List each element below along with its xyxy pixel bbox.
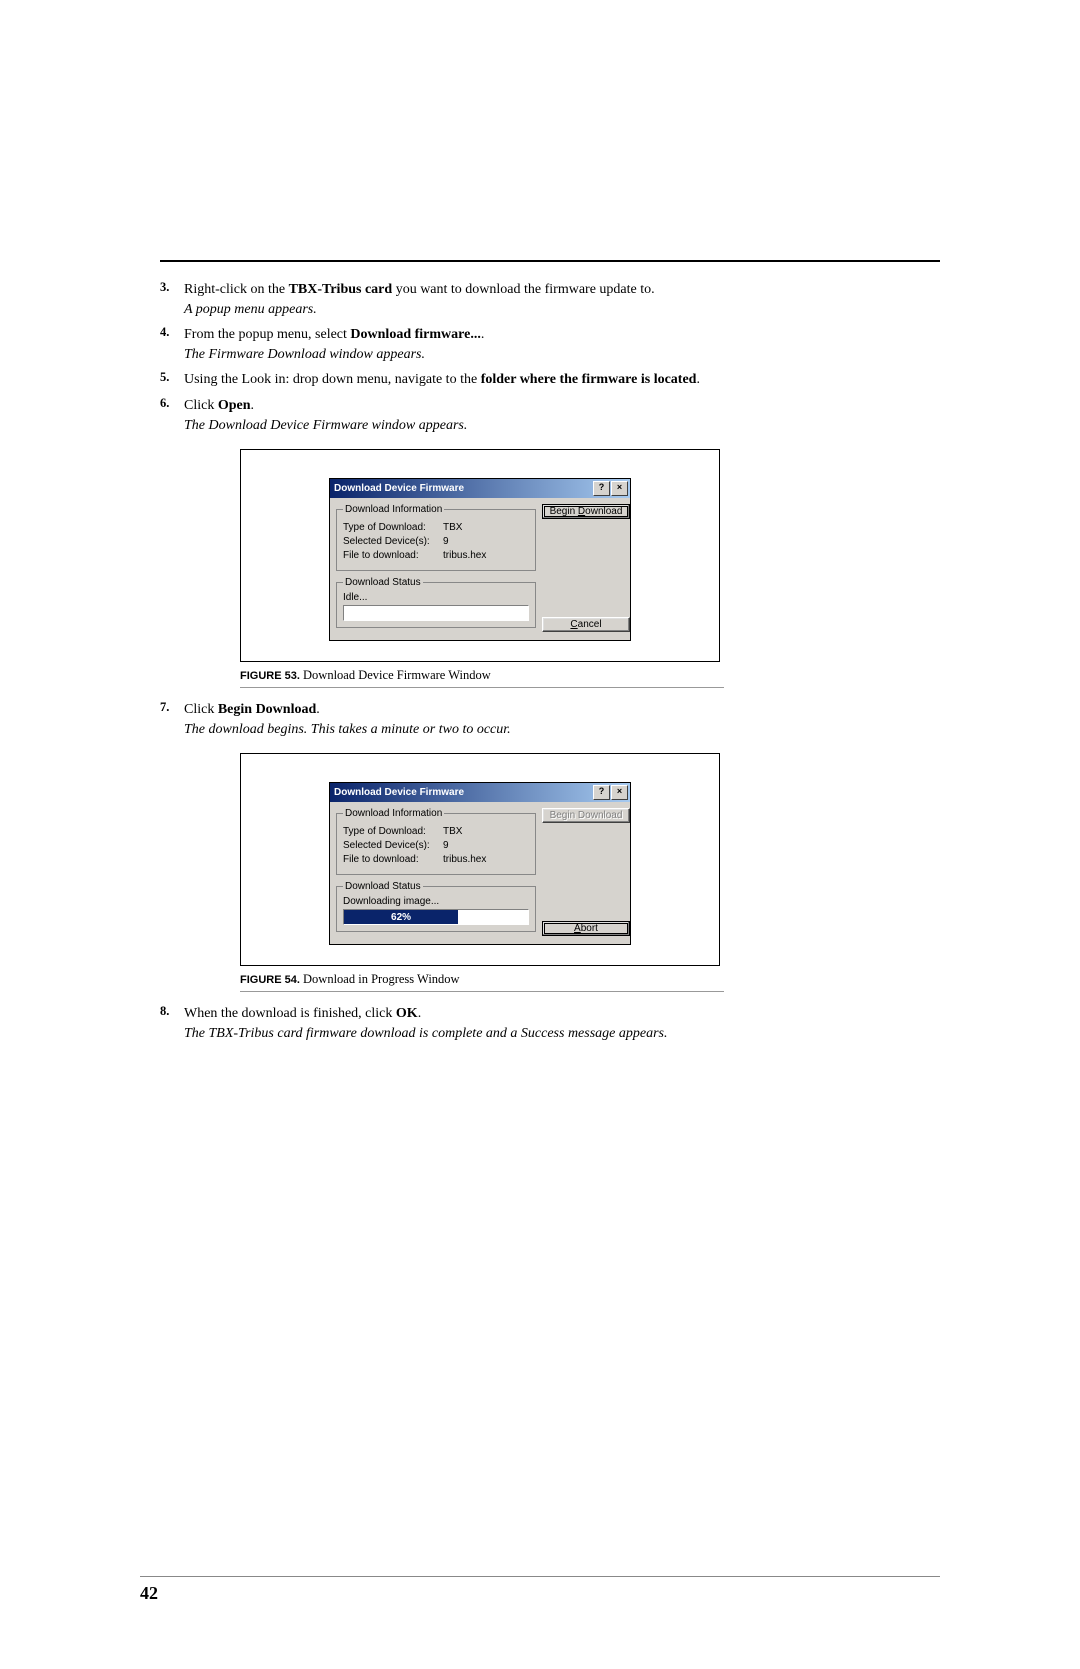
result-text: The Download Device Firmware window appe… <box>184 416 940 436</box>
bottom-rule <box>140 1576 940 1577</box>
text: . <box>418 1006 422 1021</box>
file-label: File to download: <box>343 854 443 865</box>
titlebar: Download Device Firmware ? × <box>330 783 630 802</box>
step-number: 5. <box>160 370 184 390</box>
step-number: 7. <box>160 700 184 739</box>
download-firmware-dialog-idle: Download Device Firmware ? × Download In… <box>329 478 631 641</box>
result-text: The TBX-Tribus card firmware download is… <box>184 1024 940 1044</box>
selected-label: Selected Device(s): <box>343 536 443 547</box>
top-rule <box>160 260 940 262</box>
step-body: Right-click on the TBX-Tribus card you w… <box>184 280 940 319</box>
help-icon[interactable]: ? <box>593 481 610 496</box>
group-label: Download Information <box>343 808 444 819</box>
download-firmware-dialog-progress: Download Device Firmware ? × Download In… <box>329 782 631 945</box>
text: . <box>251 398 255 413</box>
file-label: File to download: <box>343 550 443 561</box>
download-status-group: Download Status Idle... <box>336 577 536 628</box>
text: ownload <box>585 506 622 517</box>
group-label: Download Information <box>343 504 444 515</box>
text: Begin <box>550 506 578 517</box>
abort-button[interactable]: Abort <box>542 921 630 936</box>
close-icon[interactable]: × <box>611 481 628 496</box>
figure-text: Download Device Firmware Window <box>300 668 491 682</box>
step-number: 8. <box>160 1004 184 1043</box>
step-number: 6. <box>160 396 184 435</box>
download-information-group: Download Information Type of Download:TB… <box>336 808 536 875</box>
type-value: TBX <box>443 522 462 533</box>
selected-value: 9 <box>443 536 449 547</box>
text: Click <box>184 398 218 413</box>
text: From the popup menu, select <box>184 327 350 342</box>
file-value: tribus.hex <box>443 550 486 561</box>
figure-54-caption: FIGURE 54. Download in Progress Window <box>240 972 724 992</box>
status-text: Idle... <box>343 592 529 603</box>
step-body: When the download is finished, click OK.… <box>184 1004 940 1043</box>
type-value: TBX <box>443 826 462 837</box>
dialog-title: Download Device Firmware <box>334 483 592 494</box>
figure-53-box: Download Device Firmware ? × Download In… <box>240 449 720 662</box>
status-text: Downloading image... <box>343 896 529 907</box>
text: Right-click on the <box>184 282 289 297</box>
figure-text: Download in Progress Window <box>300 972 460 986</box>
begin-download-button: Begin Download <box>542 808 630 823</box>
cancel-button[interactable]: Cancel <box>542 617 630 632</box>
group-label: Download Status <box>343 577 423 588</box>
dialog-title: Download Device Firmware <box>334 787 592 798</box>
step-number: 3. <box>160 280 184 319</box>
bold-text: OK <box>396 1006 418 1021</box>
begin-download-button[interactable]: Begin Download <box>542 504 630 519</box>
step-body: Click Open. The Download Device Firmware… <box>184 396 940 435</box>
figure-54-box: Download Device Firmware ? × Download In… <box>240 753 720 966</box>
selected-value: 9 <box>443 840 449 851</box>
titlebar: Download Device Firmware ? × <box>330 479 630 498</box>
text: Click <box>184 702 218 717</box>
text: When the download is finished, click <box>184 1006 396 1021</box>
step-body: From the popup menu, select Download fir… <box>184 325 940 364</box>
bold-text: TBX-Tribus card <box>289 282 393 297</box>
type-label: Type of Download: <box>343 522 443 533</box>
page-number: 42 <box>140 1583 158 1604</box>
bold-text: folder where the firmware is located <box>481 372 697 387</box>
result-text: The download begins. This takes a minute… <box>184 720 940 740</box>
text: Using the Look in: drop down menu, navig… <box>184 372 481 387</box>
figure-53-caption: FIGURE 53. Download Device Firmware Wind… <box>240 668 724 688</box>
text: you want to download the firmware update… <box>392 282 654 297</box>
bold-text: Download firmware... <box>350 327 480 342</box>
close-icon[interactable]: × <box>611 785 628 800</box>
file-value: tribus.hex <box>443 854 486 865</box>
step-number: 4. <box>160 325 184 364</box>
text: bort <box>581 923 598 934</box>
progress-fill: 62% <box>344 910 458 924</box>
bold-text: Open <box>218 398 251 413</box>
download-status-group: Download Status Downloading image... 62% <box>336 881 536 932</box>
text: . <box>696 372 700 387</box>
progress-bar: 62% <box>343 909 529 925</box>
text: . <box>481 327 485 342</box>
text: ancel <box>578 619 602 630</box>
accel: A <box>574 923 581 934</box>
step-body: Using the Look in: drop down menu, navig… <box>184 370 940 390</box>
group-label: Download Status <box>343 881 423 892</box>
result-text: A popup menu appears. <box>184 300 940 320</box>
text: . <box>316 702 320 717</box>
progress-bar <box>343 605 529 621</box>
type-label: Type of Download: <box>343 826 443 837</box>
figure-label: FIGURE 54. <box>240 974 300 986</box>
result-text: The Firmware Download window appears. <box>184 345 940 365</box>
help-icon[interactable]: ? <box>593 785 610 800</box>
download-information-group: Download Information Type of Download:TB… <box>336 504 536 571</box>
accel: C <box>570 619 577 630</box>
selected-label: Selected Device(s): <box>343 840 443 851</box>
step-body: Click Begin Download. The download begin… <box>184 700 940 739</box>
figure-label: FIGURE 53. <box>240 670 300 682</box>
bold-text: Begin Download <box>218 702 316 717</box>
